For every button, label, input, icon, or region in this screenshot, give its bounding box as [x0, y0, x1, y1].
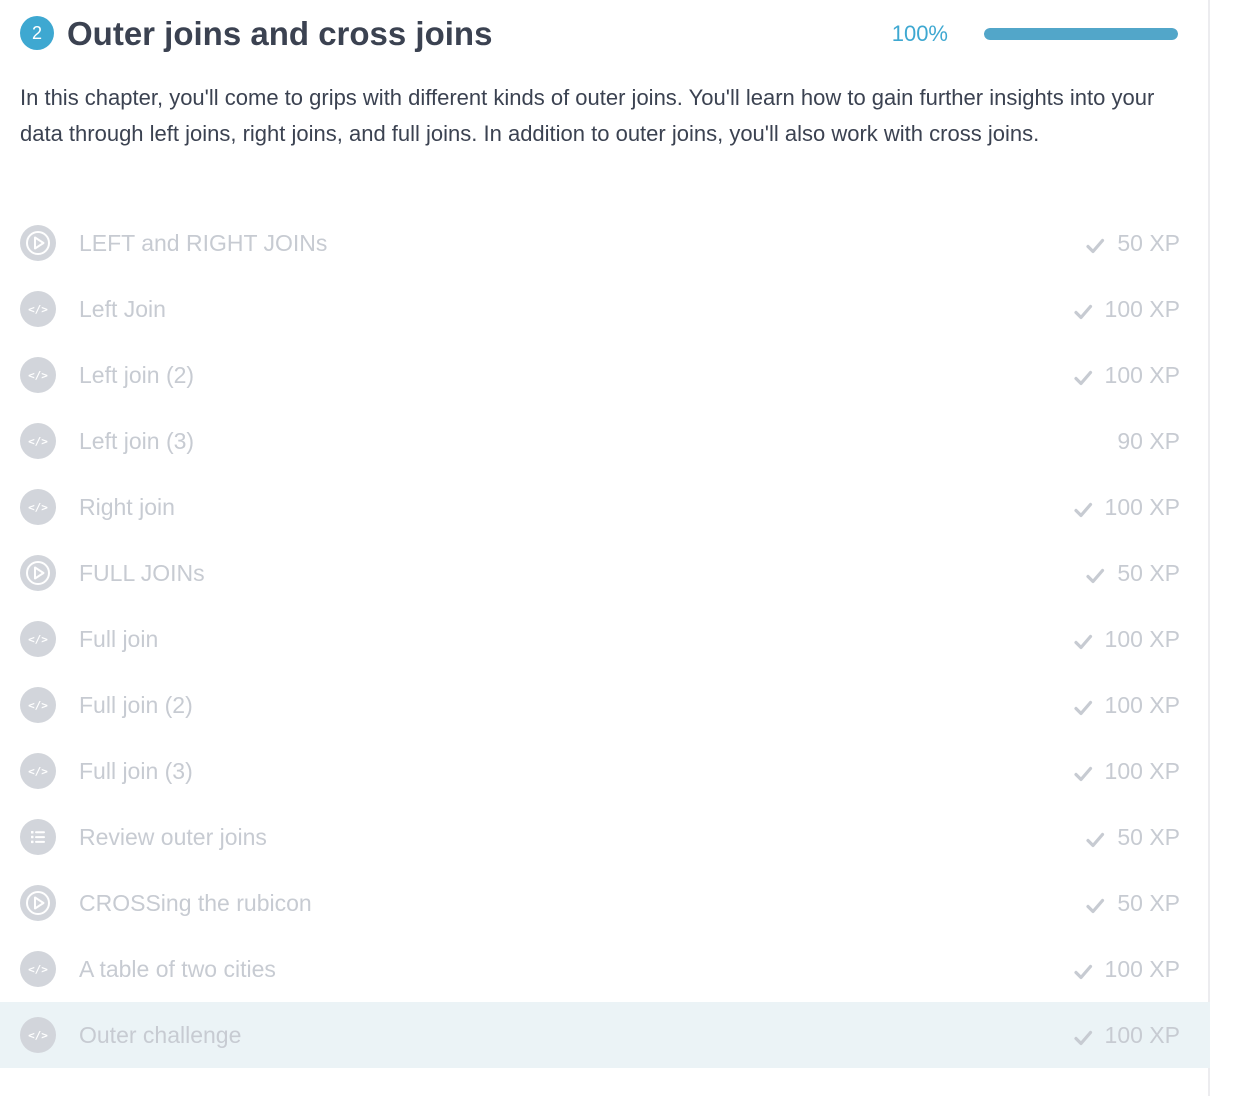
chapter-number-badge: 2 — [20, 16, 54, 50]
exercise-xp-value: 50 XP — [1117, 890, 1180, 916]
checkmark-icon — [1073, 959, 1093, 980]
exercise-xp: 100 XP — [1073, 492, 1180, 522]
code-icon: </> — [20, 291, 56, 327]
svg-text:</>: </> — [28, 303, 48, 316]
exercise-xp-value: 100 XP — [1104, 692, 1180, 718]
exercise-title[interactable]: Full join (3) — [79, 756, 193, 786]
checkmark-icon — [1073, 299, 1093, 320]
checkmark-icon — [1085, 563, 1105, 584]
progress-percent-label: 100% — [891, 21, 948, 46]
exercise-item[interactable]: </> A table of two cities 100 XP — [0, 936, 1210, 1002]
exercise-xp: 100 XP — [1073, 294, 1180, 324]
exercise-item[interactable]: </> Left Join 100 XP — [0, 276, 1210, 342]
exercise-item[interactable]: </> Outer challenge 100 XP — [0, 1002, 1210, 1068]
exercise-item[interactable]: </> Left join (3) 90 XP — [0, 408, 1210, 474]
svg-text:</>: </> — [28, 765, 48, 778]
exercise-title[interactable]: LEFT and RIGHT JOINs — [79, 228, 327, 258]
exercise-xp-value: 100 XP — [1104, 956, 1180, 982]
exercise-xp: 50 XP — [1085, 822, 1180, 852]
chapter-title[interactable]: Outer joins and cross joins — [67, 12, 492, 56]
play-icon — [20, 225, 56, 261]
exercise-title[interactable]: FULL JOINs — [79, 558, 205, 588]
svg-text:</>: </> — [28, 501, 48, 514]
checkmark-icon — [1073, 365, 1093, 386]
exercise-item[interactable]: FULL JOINs 50 XP — [0, 540, 1210, 606]
svg-text:</>: </> — [28, 633, 48, 646]
exercise-xp: 100 XP — [1073, 690, 1180, 720]
exercise-xp: 100 XP — [1073, 954, 1180, 984]
progress-bar — [984, 28, 1178, 40]
exercise-xp-value: 50 XP — [1117, 230, 1180, 256]
progress-bar-fill — [984, 28, 1178, 40]
exercise-title[interactable]: Full join — [79, 624, 158, 654]
exercise-xp: 100 XP — [1073, 756, 1180, 786]
checkmark-icon — [1073, 629, 1093, 650]
chapter-header: 2 Outer joins and cross joins 100% — [20, 12, 1178, 56]
exercise-item[interactable]: </> Full join (2) 100 XP — [0, 672, 1210, 738]
svg-text:</>: </> — [28, 699, 48, 712]
exercise-xp-value: 50 XP — [1117, 824, 1180, 850]
code-icon: </> — [20, 357, 56, 393]
code-icon: </> — [20, 951, 56, 987]
checkmark-icon — [1085, 893, 1105, 914]
code-icon: </> — [20, 489, 56, 525]
exercise-xp-value: 100 XP — [1104, 494, 1180, 520]
exercise-xp: 50 XP — [1085, 558, 1180, 588]
exercise-item[interactable]: </> Right join 100 XP — [0, 474, 1210, 540]
checkmark-icon — [1073, 695, 1093, 716]
code-icon: </> — [20, 621, 56, 657]
code-icon: </> — [20, 687, 56, 723]
play-icon — [20, 555, 56, 591]
play-icon — [20, 885, 56, 921]
exercise-xp-value: 90 XP — [1117, 428, 1180, 454]
exercise-item[interactable]: LEFT and RIGHT JOINs 50 XP — [0, 210, 1210, 276]
exercise-item[interactable]: CROSSing the rubicon 50 XP — [0, 870, 1210, 936]
checkmark-icon — [1073, 1025, 1093, 1046]
chapter-description: In this chapter, you'll come to grips wi… — [20, 85, 1155, 146]
exercise-item[interactable]: Review outer joins 50 XP — [0, 804, 1210, 870]
exercise-xp-value: 100 XP — [1104, 1022, 1180, 1048]
exercise-title[interactable]: Right join — [79, 492, 175, 522]
code-icon: </> — [20, 1017, 56, 1053]
exercise-xp-value: 100 XP — [1104, 626, 1180, 652]
exercise-title[interactable]: Left join (2) — [79, 360, 194, 390]
exercise-xp-value: 100 XP — [1104, 362, 1180, 388]
exercise-title[interactable]: Left Join — [79, 294, 166, 324]
exercise-title[interactable]: A table of two cities — [79, 954, 276, 984]
exercise-list: LEFT and RIGHT JOINs 50 XP </> Left Join 100… — [0, 210, 1210, 1068]
exercise-title[interactable]: Left join (3) — [79, 426, 194, 456]
exercise-xp-value: 50 XP — [1117, 560, 1180, 586]
exercise-title[interactable]: Review outer joins — [79, 822, 267, 852]
svg-text:</>: </> — [28, 435, 48, 448]
exercise-xp: 100 XP — [1073, 360, 1180, 390]
svg-text:</>: </> — [28, 369, 48, 382]
checkmark-icon — [1085, 233, 1105, 254]
exercise-xp: 100 XP — [1073, 624, 1180, 654]
code-icon: </> — [20, 423, 56, 459]
exercise-xp-value: 100 XP — [1104, 296, 1180, 322]
exercise-xp-value: 100 XP — [1104, 758, 1180, 784]
exercise-title[interactable]: Full join (2) — [79, 690, 193, 720]
exercise-xp: 50 XP — [1085, 228, 1180, 258]
checkmark-icon — [1073, 761, 1093, 782]
exercise-item[interactable]: </> Left join (2) 100 XP — [0, 342, 1210, 408]
svg-text:</>: </> — [28, 1029, 48, 1042]
exercise-item[interactable]: </> Full join 100 XP — [0, 606, 1210, 672]
list-icon — [20, 819, 56, 855]
exercise-xp: 90 XP — [1117, 426, 1180, 456]
exercise-xp: 50 XP — [1085, 888, 1180, 918]
svg-text:</>: </> — [28, 963, 48, 976]
checkmark-icon — [1073, 497, 1093, 518]
checkmark-icon — [1085, 827, 1105, 848]
exercise-title[interactable]: Outer challenge — [79, 1020, 241, 1050]
code-icon: </> — [20, 753, 56, 789]
exercise-title[interactable]: CROSSing the rubicon — [79, 888, 312, 918]
chapter-panel: 2 Outer joins and cross joins 100% In th… — [0, 0, 1210, 1096]
exercise-xp: 100 XP — [1073, 1020, 1180, 1050]
exercise-item[interactable]: </> Full join (3) 100 XP — [0, 738, 1210, 804]
